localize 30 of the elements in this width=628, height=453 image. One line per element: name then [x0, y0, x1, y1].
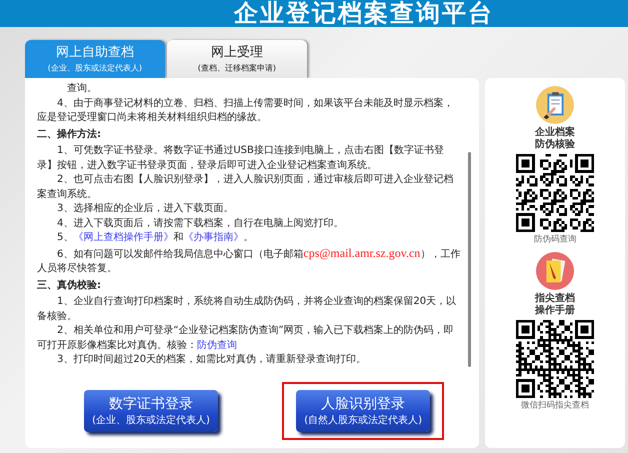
- paragraph: 5、《网上查档操作手册》和《办事指南》。: [56, 231, 254, 245]
- paragraph: 1、企业自行查询打印档案时，系统将自动生成防伪码，并将企业查询的档案保留20天，以备核验。: [37, 295, 458, 324]
- card-title: 操作手册: [535, 305, 576, 317]
- site-title: 企业登记档案查询平台: [234, 0, 494, 27]
- paragraph: 2、相关单位和用户可登录“企业登记档案防伪查询”网页，输入已下载档案上的防伪码，即可打开原影像档案比对真伪。核验：防伪查询: [37, 324, 455, 352]
- link[interactable]: 《网上查档操作手册》: [73, 232, 174, 243]
- link[interactable]: 《办事指南》: [183, 232, 244, 243]
- paragraph: 6、如有问题可以发邮件给我局信息中心窗口（电子邮箱cps@mail.amr.sz.gov.cn），工作人员将尽快答复。: [37, 246, 462, 276]
- paragraph: 1、可凭数字证书登录。将数字证书通过USB接口连接到电脑上，点击右图【数字证书登录】按钮，进入数字证书登录页面，登录后即可进入企业登记档案查询系统。: [37, 144, 445, 172]
- paragraph: 4、进入下载页面后，请按需下载档案，自行在电脑上阅览打印。: [56, 216, 344, 230]
- paragraph: 4、由于商事登记材料的立卷、归档、扫描上传需要时间，如果该平台未能及时显示档案，应是登记受理窗口尚未将相关材料组织归档的缘故。: [37, 96, 454, 125]
- tab[interactable]: 网上受理 (查档、迁移档案申请): [167, 40, 307, 78]
- clipboard-icon: [536, 86, 574, 124]
- login-button[interactable]: 人脸识别登录 (自然人股东或法定代表人): [296, 390, 430, 432]
- email-address: cps@mail.amr.sz.gov.cn: [303, 246, 420, 260]
- qr-caption: 微信扫码指尖查档: [521, 400, 590, 411]
- card-title: 企业档案: [535, 127, 576, 138]
- section-heading: 二、操作方法:: [37, 128, 102, 142]
- paragraph: 2、也可点击右图【人脸识别登录】，进入人脸识别页面，通过审核后即可进入企业登记档案查询系统。: [37, 173, 454, 202]
- link[interactable]: 防伪查询: [197, 340, 237, 350]
- paragraph: 查询。: [66, 82, 98, 96]
- paragraph: 3、选择相应的企业后，进入下载页面。: [56, 202, 234, 216]
- login-button[interactable]: 数字证书登录 (企业、股东或法定代表人): [84, 390, 218, 432]
- section-heading: 三、真伪校验:: [37, 278, 102, 292]
- scrollbar[interactable]: [468, 152, 472, 367]
- paragraph: 3、打印时间超过20天的档案，如需比对真伪，请重新登录查询打印。: [56, 353, 368, 367]
- card-title: 防伪核验: [535, 139, 576, 151]
- card-title: 指尖查档: [535, 293, 576, 304]
- notebook-icon: [536, 252, 574, 290]
- qr-caption: 防伪码查询: [534, 234, 576, 245]
